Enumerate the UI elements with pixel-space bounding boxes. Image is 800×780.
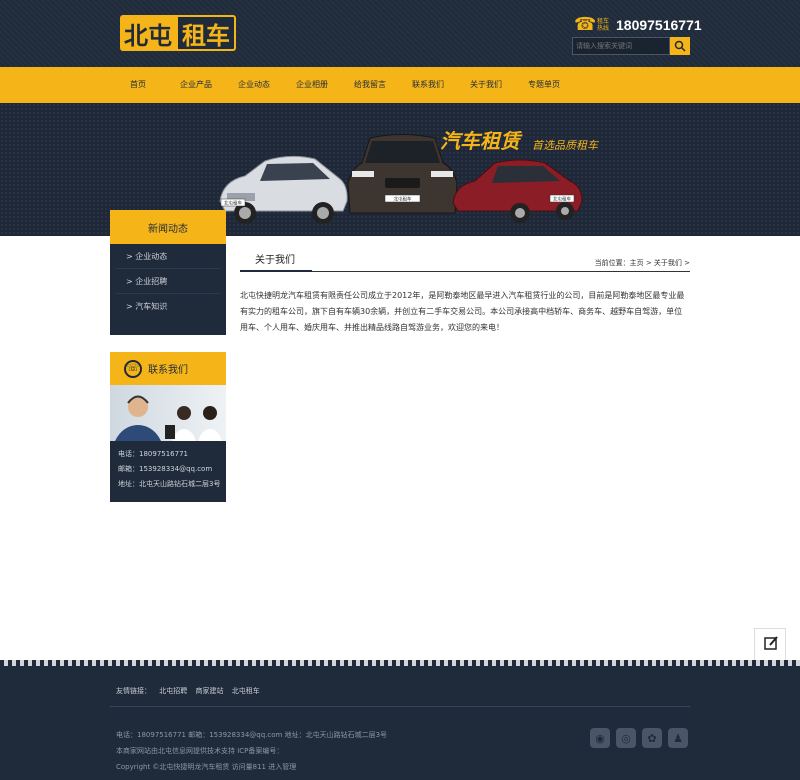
search-box — [572, 37, 690, 55]
hotline: ☎ 租车热线 18097516771 — [574, 16, 702, 34]
friend-links-label: 友情链接： — [116, 687, 151, 695]
search-icon — [674, 40, 686, 52]
edit-icon[interactable] — [763, 635, 779, 651]
friend-link-site-builder[interactable]: 商家建站 — [195, 687, 223, 695]
phone-icon: ☎ — [574, 14, 597, 35]
hotline-label: 租车热线 — [597, 18, 610, 32]
nav-item-contact[interactable]: 联系我们 — [412, 67, 444, 103]
nav-item-message[interactable]: 给我留言 — [354, 67, 386, 103]
car-plate-3: 北屯租车 — [553, 196, 571, 203]
hotline-number: 18097516771 — [616, 17, 702, 33]
sidebar-item-company-news[interactable]: > 企业动态 — [116, 244, 220, 269]
friend-link-car-rental[interactable]: 北屯租车 — [232, 687, 260, 695]
footer-contact: 电话：18097516771 邮箱：153928334@qq.com 地址：北屯… — [116, 731, 388, 739]
footer-support: 本商家网站由北屯信息网提供技术支持 ICP备案编号： — [116, 747, 284, 755]
contact-box: ☏ 联系我们 电话：18097516771 邮箱：153928334@qq.co… — [110, 352, 226, 502]
tencent-weibo-icon[interactable]: ◎ — [616, 728, 636, 748]
car-plate-2: 北屯租车 — [394, 196, 412, 203]
friend-link-recruit[interactable]: 北屯招聘 — [159, 687, 187, 695]
footer: 友情链接： 北屯招聘 商家建站 北屯租车 电话：18097516771 邮箱：1… — [0, 660, 800, 780]
banner-subtitle: 首选品质租车 — [532, 139, 598, 152]
car-plate-1: 北屯租车 — [224, 200, 242, 207]
main-nav: 首页 企业产品 企业动态 企业相册 给我留言 联系我们 关于我们 专题单页 — [0, 67, 800, 103]
section-header: 关于我们 当前位置：主页 > 关于我们 > — [240, 252, 690, 272]
nav-item-home[interactable]: 首页 — [130, 67, 146, 103]
section-title: 关于我们 — [240, 252, 312, 272]
search-input[interactable] — [572, 37, 670, 55]
about-text: 北屯快捷明龙汽车租赁有限责任公司成立于2012年，是阿勒泰地区最早进入汽车租赁行… — [240, 291, 685, 332]
sidebar-item-car-knowledge[interactable]: > 汽车知识 — [116, 294, 220, 319]
nav-item-special[interactable]: 专题单页 — [528, 67, 560, 103]
breadcrumb: 当前位置：主页 > 关于我们 > — [594, 259, 690, 267]
footer-copyright: Copyright ©北屯快捷明龙汽车租赁 访问量811 进入管理 — [116, 763, 297, 771]
phone-icon: ☏ — [124, 359, 142, 378]
footer-border — [0, 660, 800, 666]
contact-phone: 电话：18097516771 — [118, 450, 188, 458]
nav-item-products[interactable]: 企业产品 — [180, 67, 212, 103]
logo-part-2: 租车 — [176, 15, 236, 51]
sidebar-item-recruitment[interactable]: > 企业招聘 — [116, 269, 220, 294]
nav-item-news[interactable]: 企业动态 — [238, 67, 270, 103]
contact-email: 邮箱：153928334@qq.com — [118, 465, 213, 473]
white-car-image: 北屯租车 — [219, 155, 348, 224]
dark-car-image: 北屯租车 — [347, 134, 458, 214]
nav-item-album[interactable]: 企业相册 — [296, 67, 328, 103]
contact-header: ☏ 联系我们 — [110, 352, 226, 385]
news-sidebar-title: 新闻动态 — [110, 210, 226, 244]
red-car-image: 北屯租车 — [452, 159, 583, 223]
footer-divider — [110, 706, 690, 707]
friend-links: 友情链接： 北屯招聘 商家建站 北屯租车 — [116, 686, 266, 696]
contact-address: 地址：北屯天山路钻石城二层3号 — [118, 480, 221, 488]
header-bar: 北屯 租车 ☎ 租车热线 18097516771 — [0, 0, 800, 67]
sina-icon[interactable]: ✿ — [642, 728, 662, 748]
search-button[interactable] — [670, 37, 690, 55]
logo-part-1: 北屯 — [120, 15, 176, 51]
contact-title: 联系我们 — [148, 365, 188, 376]
qq-icon[interactable]: ♟ — [668, 728, 688, 748]
site-logo[interactable]: 北屯 租车 — [120, 15, 236, 53]
news-sidebar: 新闻动态 > 企业动态 > 企业招聘 > 汽车知识 — [110, 210, 226, 335]
nav-item-about[interactable]: 关于我们 — [470, 67, 502, 103]
weibo-icon[interactable]: ◉ — [590, 728, 610, 748]
customer-service-image — [110, 385, 226, 441]
